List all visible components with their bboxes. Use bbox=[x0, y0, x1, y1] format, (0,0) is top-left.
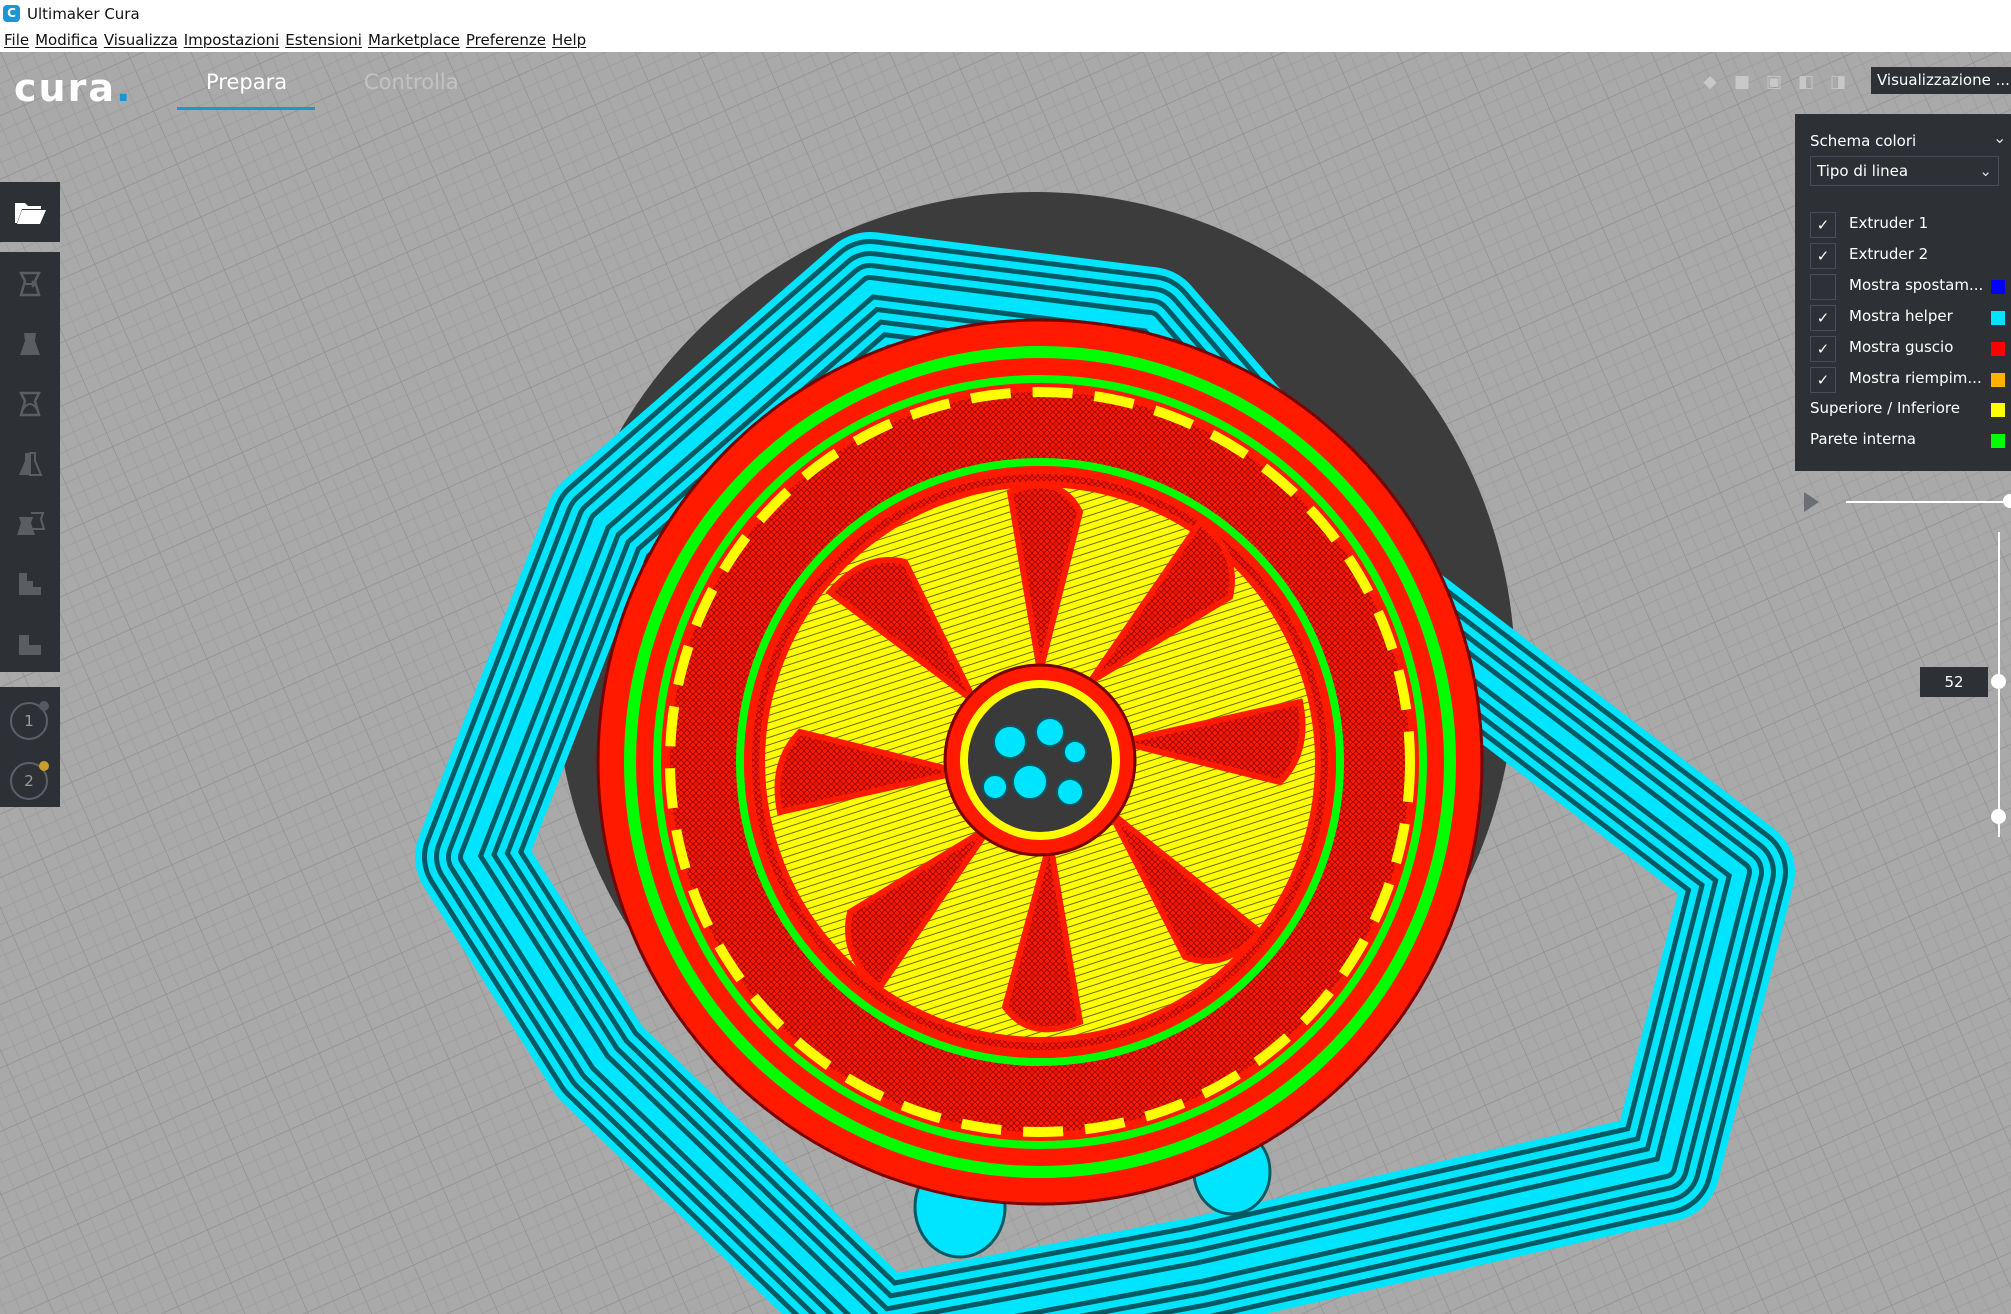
layer-slider-lower-handle[interactable] bbox=[1991, 809, 2006, 824]
legend-row-travel[interactable]: Mostra spostam... bbox=[1795, 272, 2011, 300]
check-icon: ✓ bbox=[1816, 247, 1830, 265]
chevron-down-icon[interactable]: ⌄ bbox=[1993, 128, 2006, 147]
legend-row-top-bottom: Superiore / Inferiore bbox=[1795, 395, 2011, 423]
menu-estensioni[interactable]: Estensioni bbox=[285, 31, 362, 49]
color-scheme-panel: Schema colori ⌄ Tipo di linea ⌄ ✓ Extrud… bbox=[1795, 114, 2011, 471]
legend-row-inner-wall: Parete interna bbox=[1795, 426, 2011, 454]
chevron-down-icon: ⌄ bbox=[1979, 162, 1992, 180]
legend-row-shell[interactable]: ✓ Mostra guscio bbox=[1795, 334, 2011, 362]
show-travel-label: Mostra spostam... bbox=[1849, 276, 1984, 294]
extruder-2-checkbox[interactable]: ✓ bbox=[1810, 243, 1836, 269]
folder-open-icon bbox=[15, 203, 46, 224]
show-infill-checkbox[interactable]: ✓ bbox=[1810, 367, 1836, 393]
3d-viewport[interactable]: cura. Prepara Controlla ◆ ■ ▣ ◧ ◨ Visual… bbox=[0, 52, 2011, 1314]
top-view-icon[interactable]: ▣ bbox=[1764, 72, 1784, 92]
color-scheme-header[interactable]: Schema colori bbox=[1810, 132, 1916, 150]
travel-color-swatch bbox=[1991, 280, 2005, 294]
color-scheme-value: Tipo di linea bbox=[1817, 162, 1909, 180]
active-tab-indicator bbox=[177, 107, 315, 110]
shell-color-swatch bbox=[1991, 342, 2005, 356]
mirror-icon bbox=[19, 452, 43, 476]
layer-slider-upper-handle[interactable] bbox=[1991, 674, 2006, 689]
menu-bar: File Modifica Visualizza Impostazioni Es… bbox=[0, 27, 2011, 52]
left-view-icon[interactable]: ◧ bbox=[1796, 72, 1816, 92]
menu-marketplace[interactable]: Marketplace bbox=[368, 31, 460, 49]
check-icon: ✓ bbox=[1816, 216, 1830, 234]
logo-text: cura bbox=[14, 66, 116, 110]
extruder-1-label: 1 bbox=[24, 712, 34, 730]
3d-view-icon[interactable]: ◆ bbox=[1700, 72, 1720, 92]
path-slider-track[interactable] bbox=[1846, 501, 2011, 503]
scale-tool-button[interactable] bbox=[8, 322, 52, 366]
support-blocker-button[interactable] bbox=[8, 562, 52, 606]
path-slider-handle[interactable] bbox=[2003, 494, 2011, 508]
menu-preferenze[interactable]: Preferenze bbox=[466, 31, 546, 49]
view-type-dropdown[interactable]: Visualizzazione ... bbox=[1871, 67, 2011, 94]
check-icon: ✓ bbox=[1816, 309, 1830, 327]
menu-visualizza[interactable]: Visualizza bbox=[104, 31, 178, 49]
menu-help[interactable]: Help bbox=[552, 31, 586, 49]
extruder-1-checkbox[interactable]: ✓ bbox=[1810, 212, 1836, 238]
check-icon: ✓ bbox=[1816, 340, 1830, 358]
top-bottom-label: Superiore / Inferiore bbox=[1810, 399, 1960, 417]
rotate-icon bbox=[18, 391, 42, 417]
support-tool-button[interactable] bbox=[8, 622, 52, 666]
tab-controlla[interactable]: Controlla bbox=[364, 70, 459, 94]
legend-row-extruder-2[interactable]: ✓ Extruder 2 bbox=[1795, 241, 2011, 269]
helpers-color-swatch bbox=[1991, 311, 2005, 325]
open-file-button[interactable] bbox=[8, 190, 52, 234]
extruder-1-color-dot bbox=[39, 701, 49, 711]
scale-icon bbox=[20, 333, 40, 355]
extruder-2-label: 2 bbox=[24, 772, 34, 790]
legend-row-infill[interactable]: ✓ Mostra riempim... bbox=[1795, 365, 2011, 393]
move-tool-button[interactable] bbox=[8, 262, 52, 306]
top-bottom-color-swatch bbox=[1991, 403, 2005, 417]
menu-file[interactable]: File bbox=[4, 31, 29, 49]
menu-modifica[interactable]: Modifica bbox=[35, 31, 98, 49]
support-blocker-icon bbox=[19, 573, 41, 595]
tool-panel bbox=[0, 252, 60, 672]
front-view-icon[interactable]: ■ bbox=[1732, 72, 1752, 92]
move-icon bbox=[18, 271, 42, 297]
logo-dot: . bbox=[115, 66, 133, 110]
show-shell-checkbox[interactable]: ✓ bbox=[1810, 336, 1836, 362]
rotate-tool-button[interactable] bbox=[8, 382, 52, 426]
inner-wall-label: Parete interna bbox=[1810, 430, 1916, 448]
cura-logo: cura. bbox=[14, 66, 132, 110]
per-model-settings-icon bbox=[17, 512, 46, 535]
layer-view-scene bbox=[0, 52, 2011, 1314]
play-simulation-icon[interactable] bbox=[1804, 492, 1819, 512]
extruder-1-button[interactable]: 1 bbox=[10, 701, 49, 740]
show-shell-label: Mostra guscio bbox=[1849, 338, 1954, 356]
extruder-2-label: Extruder 2 bbox=[1849, 245, 1929, 263]
extruder-1-label: Extruder 1 bbox=[1849, 214, 1929, 232]
show-travel-checkbox[interactable] bbox=[1810, 274, 1836, 300]
show-helpers-checkbox[interactable]: ✓ bbox=[1810, 305, 1836, 331]
infill-color-swatch bbox=[1991, 373, 2005, 387]
show-helpers-label: Mostra helper bbox=[1849, 307, 1953, 325]
color-scheme-select[interactable]: Tipo di linea ⌄ bbox=[1810, 156, 1999, 186]
legend-row-extruder-1[interactable]: ✓ Extruder 1 bbox=[1795, 210, 2011, 238]
mirror-tool-button[interactable] bbox=[8, 442, 52, 486]
extruder-panel: 1 2 bbox=[0, 687, 60, 807]
tab-prepara[interactable]: Prepara bbox=[206, 70, 287, 94]
title-bar: C Ultimaker Cura bbox=[0, 0, 2011, 27]
camera-view-buttons: ◆ ■ ▣ ◧ ◨ bbox=[1700, 72, 1848, 92]
extruder-2-button[interactable]: 2 bbox=[10, 761, 49, 800]
check-icon: ✓ bbox=[1816, 371, 1830, 389]
per-model-settings-button[interactable] bbox=[8, 502, 52, 546]
support-icon bbox=[19, 635, 41, 655]
right-view-icon[interactable]: ◨ bbox=[1828, 72, 1848, 92]
cura-app-icon: C bbox=[3, 5, 20, 22]
menu-impostazioni[interactable]: Impostazioni bbox=[184, 31, 280, 49]
open-file-panel bbox=[0, 182, 60, 242]
window-title: Ultimaker Cura bbox=[27, 5, 140, 23]
current-layer-input[interactable]: 52 bbox=[1920, 667, 1988, 697]
extruder-2-color-dot bbox=[39, 761, 49, 771]
show-infill-label: Mostra riempim... bbox=[1849, 369, 1982, 387]
inner-wall-color-swatch bbox=[1991, 434, 2005, 448]
legend-row-helpers[interactable]: ✓ Mostra helper bbox=[1795, 303, 2011, 331]
